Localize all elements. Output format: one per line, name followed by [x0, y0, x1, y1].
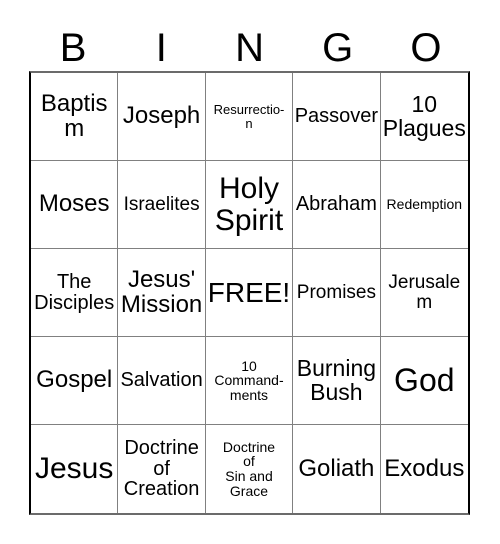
- bingo-cell-label: God: [394, 361, 455, 398]
- bingo-cell-label: Exodus: [384, 454, 465, 482]
- bingo-cell-label: Jesus: [35, 452, 114, 486]
- bingo-cell-label: Moses: [38, 190, 110, 218]
- bingo-cell-label: Joseph: [122, 102, 201, 130]
- bingo-cell-label: Abraham: [295, 193, 377, 216]
- bingo-cell[interactable]: Resurrectio-n: [205, 73, 294, 161]
- bingo-cell-label: Jesus' Mission: [120, 265, 203, 318]
- bingo-cell[interactable]: Abraham: [293, 161, 381, 249]
- bingo-cell-label: 10 Plagues: [382, 90, 466, 141]
- bingo-cell-label: Doctrine of Sin and Grace: [222, 438, 276, 499]
- bingo-cell-label: Baptism: [40, 89, 108, 142]
- bingo-cell-label: Promises: [296, 281, 376, 303]
- bingo-cell[interactable]: The Disciples: [31, 249, 119, 337]
- bingo-cell-label: Israelites: [123, 193, 200, 215]
- bingo-header-letter-g: G: [322, 26, 354, 70]
- bingo-card: B I N G O Baptism Joseph Resurrectio-n P…: [0, 0, 500, 544]
- bingo-header-letter-o: O: [410, 26, 442, 70]
- bingo-grid: Baptism Joseph Resurrectio-n Passover 10…: [29, 71, 470, 515]
- bingo-cell[interactable]: Passover: [293, 73, 381, 161]
- bingo-cell-label: FREE!: [207, 276, 291, 308]
- bingo-cell[interactable]: Redemption: [380, 161, 468, 249]
- bingo-cell[interactable]: God: [380, 337, 468, 425]
- bingo-cell-label: Doctrine of Creation: [123, 436, 200, 501]
- bingo-cell[interactable]: Salvation: [118, 337, 206, 425]
- bingo-cell-label: Goliath: [298, 454, 375, 482]
- bingo-cell-label: The Disciples: [34, 270, 115, 314]
- bingo-cell[interactable]: Baptism: [31, 73, 119, 161]
- bingo-cell-label: Gospel: [36, 366, 113, 394]
- bingo-header-letter-n: N: [235, 26, 264, 70]
- bingo-cell-label: 10 Command-ments: [214, 357, 284, 403]
- bingo-header-letter-i: I: [155, 26, 167, 70]
- bingo-cell[interactable]: Jesus' Mission: [118, 249, 206, 337]
- bingo-cell[interactable]: Promises: [293, 249, 381, 337]
- bingo-cell-label: Passover: [294, 105, 379, 128]
- bingo-cell-label: Salvation: [120, 369, 203, 392]
- bingo-cell[interactable]: 10 Command-ments: [205, 337, 294, 425]
- bingo-cell-label: Holy Spirit: [214, 172, 284, 237]
- bingo-cell[interactable]: Goliath: [293, 425, 381, 513]
- bingo-cell-free-space[interactable]: FREE!: [205, 249, 294, 337]
- bingo-cell-label: Jerusalem: [388, 271, 461, 313]
- bingo-cell-label: Burning Bush: [296, 354, 377, 405]
- bingo-cell[interactable]: Moses: [31, 161, 119, 249]
- bingo-cell[interactable]: Exodus: [381, 425, 468, 513]
- bingo-header-row: B I N G O: [29, 18, 470, 70]
- bingo-cell[interactable]: Burning Bush: [293, 337, 381, 425]
- bingo-cell[interactable]: Gospel: [31, 337, 119, 425]
- bingo-cell[interactable]: Jerusalem: [380, 249, 468, 337]
- bingo-cell[interactable]: Doctrine of Sin and Grace: [206, 425, 294, 513]
- bingo-cell-label: Resurrectio-n: [213, 101, 285, 131]
- bingo-cell[interactable]: Jesus: [31, 425, 119, 513]
- bingo-cell[interactable]: Holy Spirit: [205, 161, 294, 249]
- bingo-cell[interactable]: Doctrine of Creation: [118, 425, 206, 513]
- bingo-cell-label: Redemption: [386, 196, 463, 213]
- bingo-header-letter-b: B: [59, 26, 87, 70]
- bingo-cell[interactable]: Joseph: [118, 73, 206, 161]
- bingo-cell[interactable]: 10 Plagues: [380, 73, 468, 161]
- bingo-cell[interactable]: Israelites: [118, 161, 206, 249]
